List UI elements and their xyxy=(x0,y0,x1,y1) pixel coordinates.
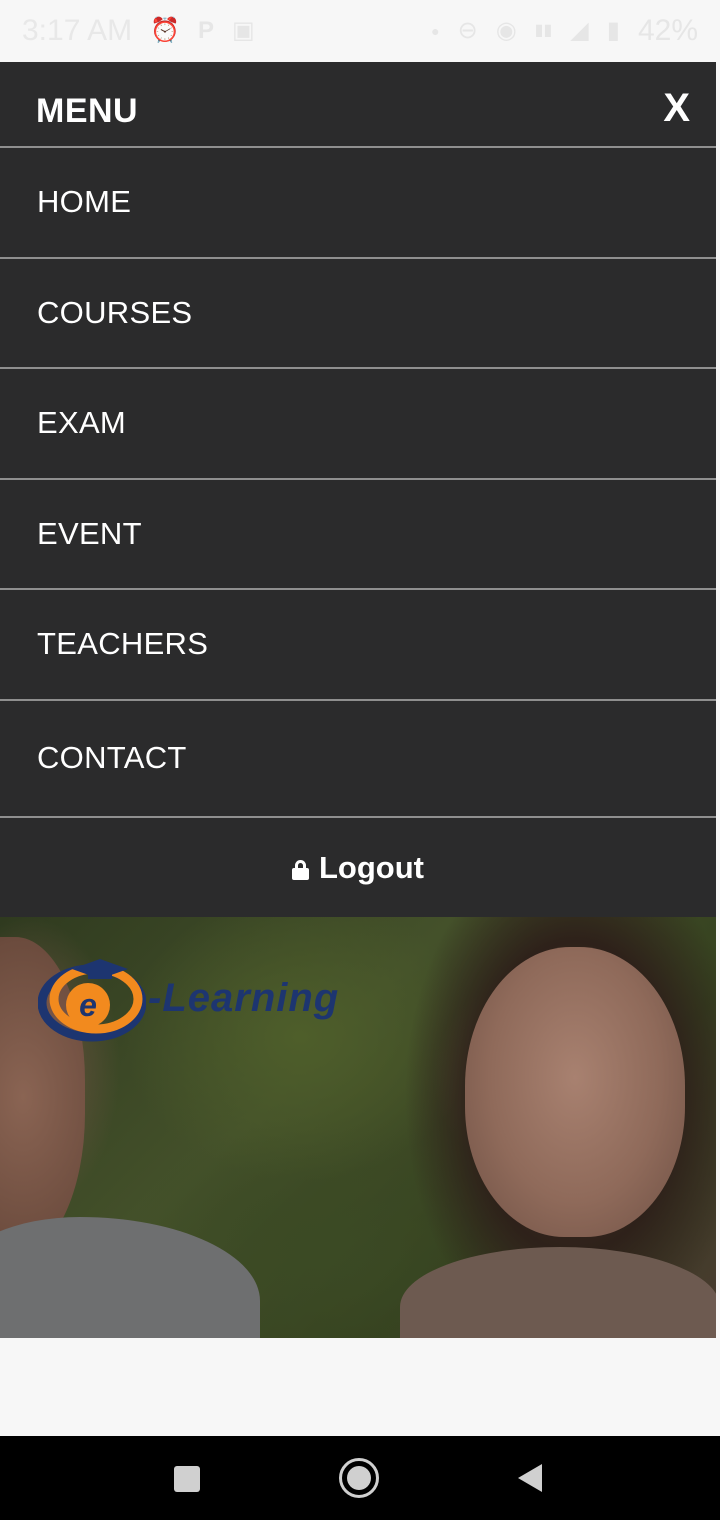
system-nav-bar xyxy=(0,1436,720,1520)
dnd-icon: ⊖ xyxy=(457,17,478,44)
menu-item-exam[interactable]: EXAM xyxy=(0,369,716,480)
dot-icon: ● xyxy=(431,23,440,39)
battery-icon: ▮ xyxy=(606,17,620,44)
hero-man-shirt xyxy=(0,1217,260,1338)
hotspot-icon: ◉ xyxy=(495,17,517,44)
elearning-logo: e -Learning xyxy=(38,953,339,1043)
menu-title: MENU xyxy=(36,92,139,130)
navigation-menu: MENU X HOME COURSES EXAM EVENT TEACHERS … xyxy=(0,62,716,917)
graduation-cap-e-icon: e xyxy=(38,959,146,1042)
menu-item-event[interactable]: EVENT xyxy=(0,480,716,590)
alarm-icon: ⏰ xyxy=(150,17,180,44)
parking-icon: P xyxy=(197,17,214,44)
menu-item-courses[interactable]: COURSES xyxy=(0,259,716,369)
logout-label: Logout xyxy=(318,849,424,885)
signal-volte-icon: ▮▮ xyxy=(534,22,553,39)
hero-banner-image: e -Learning xyxy=(0,917,716,1338)
logo-text: -Learning xyxy=(148,975,340,1020)
menu-item-teachers[interactable]: TEACHERS xyxy=(0,590,716,701)
wifi-calling-icon: ◢ xyxy=(570,17,589,44)
svg-text:e: e xyxy=(79,987,97,1023)
hero-woman-figure xyxy=(465,947,685,1237)
status-time: 3:17 AM xyxy=(22,14,133,47)
close-menu-button[interactable]: X xyxy=(663,86,690,131)
back-icon[interactable] xyxy=(512,1458,552,1498)
home-icon[interactable] xyxy=(339,1458,379,1498)
screenshot-icon: ▣ xyxy=(231,17,255,44)
menu-item-contact[interactable]: CONTACT xyxy=(0,701,716,818)
battery-percent: 42% xyxy=(637,14,698,47)
menu-item-home[interactable]: HOME xyxy=(0,148,716,259)
menu-header: MENU X xyxy=(0,62,716,148)
lock-icon xyxy=(291,859,309,880)
logout-button[interactable]: Logout xyxy=(0,818,716,918)
screen: 3:17 AM ⏰ P ▣ ● ⊖ ◉ ▮▮ ◢ ▮ 42% MENU X HO… xyxy=(0,0,720,1520)
page-background xyxy=(0,1338,720,1436)
status-bar: 3:17 AM ⏰ P ▣ ● ⊖ ◉ ▮▮ ◢ ▮ 42% xyxy=(0,0,720,62)
status-left: 3:17 AM ⏰ P ▣ xyxy=(22,14,255,48)
recent-apps-icon[interactable] xyxy=(167,1458,207,1498)
status-right: ● ⊖ ◉ ▮▮ ◢ ▮ 42% xyxy=(431,14,698,48)
